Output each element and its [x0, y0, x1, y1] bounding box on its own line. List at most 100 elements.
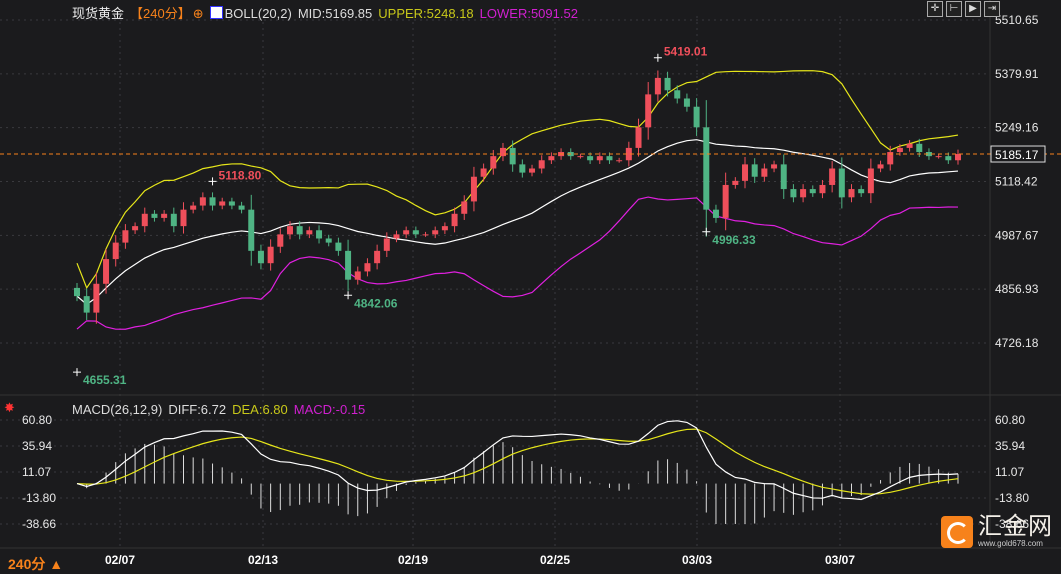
candle-body [587, 156, 594, 161]
extreme-label: 5118.80 [219, 168, 262, 182]
symbol-name: 现货黄金 [72, 6, 125, 21]
candle-body [461, 201, 468, 214]
boll-upper: UPPER:5248.18 [378, 6, 474, 21]
candle-body [345, 250, 352, 280]
current-price-label: 5185.17 [995, 148, 1039, 162]
candle-body [800, 189, 807, 198]
candle-body [354, 271, 361, 280]
candle-body [693, 106, 700, 128]
candle-body [838, 168, 845, 198]
candle-body [519, 164, 526, 173]
indicator-icon[interactable] [209, 6, 223, 19]
candle-body [374, 250, 381, 264]
jump-end-icon[interactable]: ⇥ [984, 1, 1000, 17]
period-label[interactable]: 【240分】 [130, 6, 191, 21]
candle-body [132, 226, 139, 231]
candle-body [955, 154, 961, 161]
candle-body [674, 90, 681, 99]
price-tick-label: 5379.91 [995, 67, 1039, 81]
candle-body [819, 184, 826, 194]
price-tick-label: 5510.65 [995, 13, 1039, 27]
candle-body [103, 259, 110, 284]
candle-body [296, 226, 303, 235]
x-tick-label: 02/19 [398, 553, 428, 567]
candle-body [829, 168, 836, 185]
candle-body [945, 156, 952, 161]
candle-body [93, 283, 100, 313]
chart-toolbar: ✛ ⊢ ▶ ⇥ [927, 1, 1000, 17]
macd-tick-label: -13.80 [995, 491, 1029, 505]
candle-body [83, 296, 90, 313]
kline-chart[interactable]: 5510.65 5379.91 5249.16 5118.42 4987.67 4856.… [0, 0, 1061, 570]
candle-body [596, 156, 603, 161]
price-tick-label: 4987.67 [995, 228, 1039, 242]
candle-body [848, 189, 855, 198]
candle-body [277, 234, 284, 247]
candle-body [906, 143, 913, 148]
candle-body [325, 238, 332, 243]
price-tick-label: 5249.16 [995, 121, 1039, 135]
boll-mid: MID:5169.85 [297, 6, 373, 21]
price-tick-label: 4726.18 [995, 336, 1039, 350]
candle-body [499, 147, 506, 157]
extreme-marker [653, 53, 662, 62]
candle-body [441, 226, 448, 231]
candle-body [896, 147, 903, 153]
candle-body [790, 189, 797, 198]
macd-tick-label: 11.07 [22, 465, 51, 479]
candle-body [916, 143, 923, 153]
candle-body [635, 127, 642, 148]
boll-lower: LOWER:5091.52 [479, 6, 578, 21]
macd-dea: DEA:6.80 [232, 402, 288, 417]
candle-body [509, 147, 516, 165]
candle-body [742, 164, 749, 181]
macd-label[interactable]: MACD(26,12,9) [72, 402, 162, 417]
boll-lower-line [76, 196, 959, 330]
move-right-icon[interactable]: ▶ [965, 1, 981, 17]
candle-body [548, 156, 555, 161]
candle-body [199, 197, 206, 206]
candle-body [490, 156, 497, 169]
add-compare-icon[interactable]: ⊕ [193, 6, 204, 21]
candle-body [238, 205, 245, 210]
candle-body [122, 230, 129, 243]
crosshair-icon[interactable]: ✛ [927, 1, 943, 17]
extreme-marker [73, 368, 81, 377]
candle-body [209, 197, 216, 206]
macd-tick-label: 11.07 [995, 465, 1024, 479]
candle-body [780, 164, 787, 190]
candle-body [180, 209, 187, 227]
logo-url: www.gold678.com [978, 539, 1043, 548]
x-tick-label: 02/13 [248, 553, 278, 567]
candle-body [170, 213, 177, 227]
macd-settings-icon[interactable]: ✸ [4, 400, 15, 416]
candle-body [722, 184, 729, 218]
candle-body [286, 226, 293, 235]
dea-line [76, 428, 959, 495]
x-tick-label: 03/07 [825, 553, 855, 567]
extreme-marker [702, 227, 711, 236]
candle-body [867, 168, 874, 194]
boll-label[interactable]: BOLL(20,2) [225, 6, 292, 21]
candle-body [771, 164, 778, 169]
candle-body [451, 213, 458, 227]
candle-body [732, 180, 739, 185]
candle-body [248, 209, 255, 251]
candle-body [470, 176, 477, 202]
candle-body [935, 156, 942, 158]
candle-body [151, 213, 158, 218]
candle-body [74, 287, 80, 297]
candle-body [364, 263, 371, 272]
candle-body [654, 77, 661, 95]
boll-header: 现货黄金 【240分】 ⊕ BOLL(20,2) MID:5169.85 UPPER:52… [72, 3, 584, 22]
candle-body [161, 213, 168, 218]
candle-body [616, 160, 623, 162]
candle-body [577, 156, 584, 158]
macd-tick-label: 35.94 [995, 439, 1025, 453]
candle-body [877, 164, 884, 169]
timeframe-selector[interactable]: 240分 ▲ [8, 554, 63, 574]
candle-body [712, 209, 719, 218]
macd-tick-label: -38.66 [22, 517, 56, 531]
zoom-in-icon[interactable]: ⊢ [946, 1, 962, 17]
macd-tick-label: 60.80 [22, 413, 52, 427]
